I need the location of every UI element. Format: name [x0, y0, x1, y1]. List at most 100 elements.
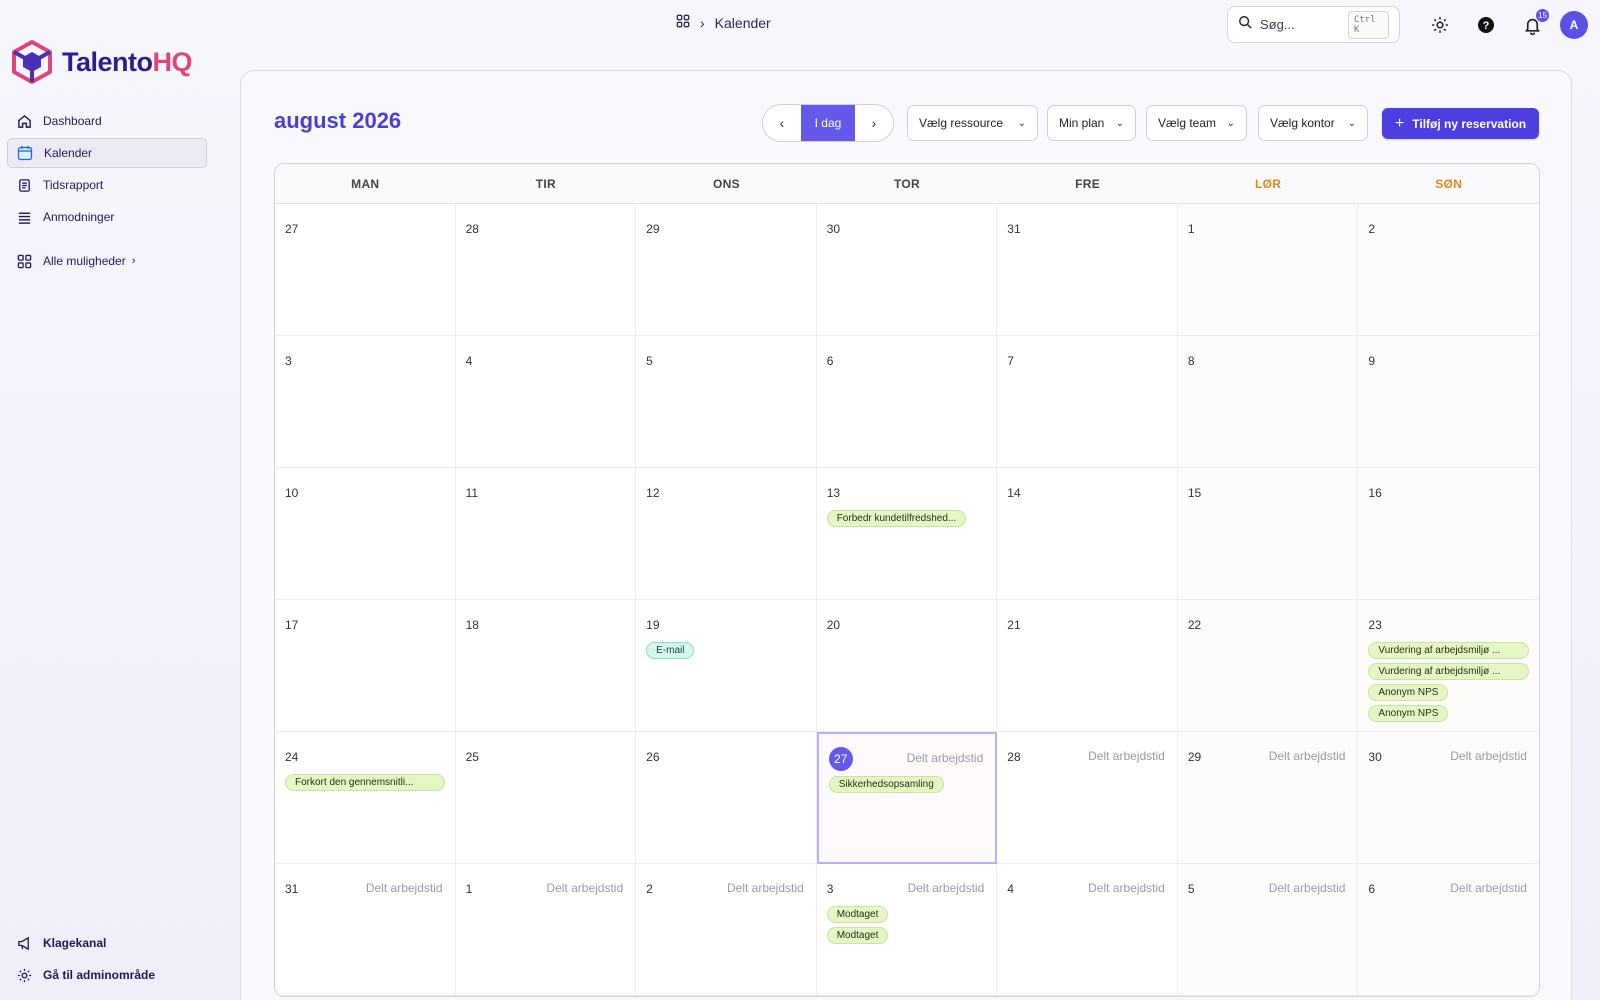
calendar-day[interactable]: 2 — [1358, 204, 1539, 336]
calendar-day[interactable]: 31 Delt arbejdstid — [275, 864, 456, 996]
calendar-day[interactable]: 9 — [1358, 336, 1539, 468]
event-chip[interactable]: Modtaget — [826, 906, 889, 923]
weekday-label: SØN — [1435, 176, 1463, 191]
calendar-day[interactable]: 12 — [636, 468, 817, 600]
sidebar-item-label: Tidsrapport — [43, 178, 104, 192]
day-number: 26 — [646, 746, 806, 768]
day-number-text: 8 — [1187, 354, 1195, 368]
sidebar-item-label: Anmodninger — [43, 210, 115, 224]
calendar-day[interactable]: 20 — [816, 600, 998, 732]
team-dropdown[interactable]: Vælg team ⌄ — [1146, 105, 1247, 141]
chevron-right-icon: › — [131, 255, 136, 267]
calendar-day[interactable]: 15 — [1177, 468, 1359, 600]
day-number: 15 — [1188, 482, 1348, 504]
day-number: 2 — [1368, 218, 1529, 240]
event-chip[interactable]: Vurdering af arbejdsmiljø ... — [1368, 663, 1529, 680]
calendar-day[interactable]: 6 — [816, 336, 998, 468]
day-number-text: 1 — [1187, 222, 1195, 236]
gear-icon — [15, 966, 33, 984]
day-number-text: 3 — [826, 882, 834, 896]
event-chip[interactable]: Anonym NPS — [1368, 705, 1449, 722]
calendar-day[interactable]: 19 E-mail — [636, 600, 817, 732]
resource-dropdown[interactable]: Vælg ressource ⌄ — [907, 105, 1038, 141]
search-box[interactable]: Ctrl K — [1227, 6, 1400, 43]
event-chip[interactable]: Forbedr kundetilfredshed... — [826, 510, 967, 527]
day-number: 1 — [1188, 218, 1348, 240]
add-reservation-button[interactable]: + Tilføj ny reservation — [1382, 108, 1539, 139]
event-chip[interactable]: Anonym NPS — [1368, 684, 1449, 701]
calendar-day[interactable]: 29 Delt arbejdstid — [1177, 732, 1359, 864]
day-number: 16 — [1368, 482, 1529, 504]
calendar-day[interactable]: 17 — [275, 600, 456, 732]
calendar-day[interactable]: 21 — [997, 600, 1178, 732]
shared-worktime-label: Delt arbejdstid — [1088, 881, 1165, 895]
calendar-day[interactable]: 16 — [1358, 468, 1539, 600]
calendar-day[interactable]: 30 — [816, 204, 998, 336]
calendar-day[interactable]: 13 Forbedr kundetilfredshed... — [816, 468, 998, 600]
prev-month-button[interactable]: ‹ — [763, 105, 801, 141]
sidebar-item-kalender[interactable]: Kalender — [7, 138, 207, 168]
notifications-button[interactable]: 15 — [1520, 9, 1549, 37]
event-chip[interactable]: E-mail — [646, 642, 695, 659]
calendar-day[interactable]: 25 — [455, 732, 637, 864]
calendar-day[interactable]: 1 — [1177, 204, 1359, 336]
event-chip[interactable]: Sikkerhedsopsamling — [828, 776, 944, 793]
calendar-day[interactable]: 10 — [275, 468, 456, 600]
search-input[interactable] — [1260, 17, 1340, 32]
settings-button[interactable] — [1428, 13, 1452, 37]
calendar-day[interactable]: 7 — [997, 336, 1178, 468]
sidebar-item-alle-muligheder[interactable]: Alle muligheder › — [7, 246, 207, 276]
day-number: 29 — [646, 218, 806, 240]
apps-icon[interactable] — [676, 14, 690, 31]
event-chip[interactable]: Vurdering af arbejdsmiljø ... — [1368, 642, 1529, 659]
calendar-day[interactable]: 3 — [275, 336, 456, 468]
calendar-day[interactable]: 29 — [636, 204, 817, 336]
gear-icon — [1432, 17, 1448, 33]
day-number: 18 — [466, 614, 626, 636]
shared-worktime-label: Delt arbejdstid — [906, 751, 984, 765]
calendar-day[interactable]: 2 Delt arbejdstid — [636, 864, 817, 996]
calendar-day[interactable]: 5 — [636, 336, 817, 468]
calendar-day[interactable]: 6 Delt arbejdstid — [1358, 864, 1539, 996]
event-chip[interactable]: Forkort den gennemsnitli... — [285, 774, 445, 791]
calendar-day[interactable]: 24 Forkort den gennemsnitli... — [275, 732, 456, 864]
calendar-day[interactable]: 22 — [1177, 600, 1359, 732]
calendar-day[interactable]: 14 — [997, 468, 1178, 600]
event-chip[interactable]: Modtaget — [826, 927, 889, 944]
calendar-day[interactable]: 4 — [455, 336, 637, 468]
chevron-down-icon: ⌄ — [1115, 117, 1124, 129]
sidebar-item-tidsrapport[interactable]: Tidsrapport — [7, 170, 207, 200]
sidebar-item-anmodninger[interactable]: Anmodninger — [7, 202, 207, 232]
today-button[interactable]: I dag — [801, 105, 855, 141]
calendar-day[interactable]: 28 — [455, 204, 637, 336]
calendar-day[interactable]: 4 Delt arbejdstid — [997, 864, 1178, 996]
sidebar-item-klagekanal[interactable]: Klagekanal — [7, 928, 207, 958]
day-number: 21 — [1007, 614, 1167, 636]
sidebar-item-dashboard[interactable]: Dashboard — [7, 106, 207, 136]
calendar-day[interactable]: 11 — [455, 468, 637, 600]
day-number-text: 27 — [285, 222, 299, 236]
calendar-day[interactable]: 23 Vurdering af arbejdsmiljø ... Vurdering… — [1358, 600, 1539, 732]
calendar-day-today[interactable]: 27 Delt arbejdstid Sikkerhedsopsamling — [816, 732, 998, 864]
next-month-button[interactable]: › — [855, 105, 893, 141]
calendar-day[interactable]: 30 Delt arbejdstid — [1358, 732, 1539, 864]
office-dropdown[interactable]: Vælg kontor ⌄ — [1258, 105, 1368, 141]
plan-dropdown[interactable]: Min plan ⌄ — [1047, 105, 1136, 141]
help-button[interactable]: ? — [1474, 13, 1498, 37]
calendar-day[interactable]: 18 — [455, 600, 637, 732]
calendar-day[interactable]: 31 — [997, 204, 1178, 336]
calendar-day[interactable]: 3 Delt arbejdstid Modtaget Modtaget — [816, 864, 998, 996]
calendar-day[interactable]: 27 — [275, 204, 456, 336]
chevron-right-icon: › — [871, 115, 877, 131]
day-number: 27 — [285, 218, 445, 240]
calendar-day[interactable]: 8 — [1177, 336, 1359, 468]
day-number-text: 22 — [1187, 618, 1202, 632]
logo[interactable]: TalentoHQ — [12, 40, 192, 84]
calendar-day[interactable]: 1 Delt arbejdstid — [455, 864, 637, 996]
avatar[interactable]: A — [1560, 11, 1588, 39]
calendar-day[interactable]: 5 Delt arbejdstid — [1177, 864, 1359, 996]
calendar-day[interactable]: 26 — [636, 732, 817, 864]
sidebar-item-admin[interactable]: Gå til adminområde — [7, 960, 207, 990]
event-list: Modtaget Modtaget — [826, 906, 987, 944]
calendar-day[interactable]: 28 Delt arbejdstid — [997, 732, 1178, 864]
